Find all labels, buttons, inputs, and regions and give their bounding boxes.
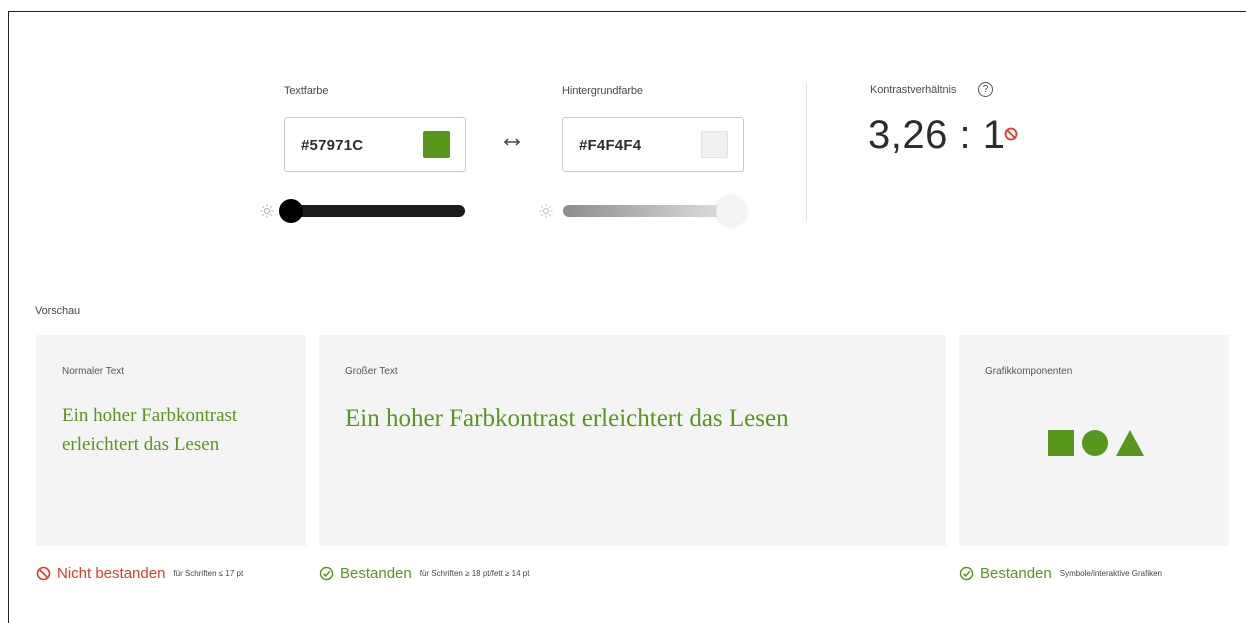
text-color-brightness-slider[interactable]	[283, 205, 465, 217]
contrast-ratio-value: 3,26 : 1	[868, 113, 1006, 157]
text-color-field[interactable]: #57971C	[284, 117, 466, 172]
circle-shape	[1082, 430, 1108, 456]
panel-title: Großer Text	[345, 366, 398, 377]
text-color-label: Textfarbe	[284, 85, 329, 97]
help-icon[interactable]: ?	[978, 82, 993, 97]
brightness-icon	[539, 204, 553, 218]
preview-label: Vorschau	[35, 305, 81, 317]
fail-icon	[36, 566, 51, 580]
large-text-sample: Ein hoher Farbkontrast erleichtert das L…	[345, 405, 789, 432]
sample-line: Ein hoher Farbkontrast	[62, 405, 238, 426]
square-shape	[1048, 430, 1074, 456]
fail-icon	[1004, 127, 1018, 141]
background-color-field[interactable]: #F4F4F4	[562, 117, 744, 172]
result-status: Nicht bestanden	[57, 564, 166, 582]
result-status: Bestanden	[340, 564, 412, 582]
background-color-hex-input[interactable]: #F4F4F4	[579, 137, 641, 154]
result-note: für Schriften ≥ 18 pt/fett ≥ 14 pt	[419, 568, 530, 578]
background-color-swatch[interactable]	[701, 131, 728, 158]
result-note: für Schriften ≤ 17 pt	[173, 568, 244, 578]
text-color-swatch[interactable]	[423, 131, 450, 158]
text-color-brightness-handle[interactable]	[279, 199, 303, 223]
panel-title: Grafikkomponenten	[985, 366, 1073, 377]
normal-text-sample: Ein hoher Farbkontrast erleichtert das L…	[62, 401, 237, 459]
normal-text-preview-panel: Normaler Text Ein hoher Farbkontrast erl…	[36, 335, 306, 546]
vertical-divider	[806, 83, 807, 221]
contrast-ratio-label: Kontrastverhältnis	[870, 84, 957, 96]
swap-arrows-icon[interactable]	[502, 135, 522, 149]
sample-line: erleichtert das Lesen	[62, 434, 220, 455]
graphic-shapes	[1048, 430, 1144, 456]
graphic-components-result: Bestanden Symbole/interaktive Grafiken	[959, 563, 1162, 583]
text-color-hex-input[interactable]: #57971C	[301, 137, 363, 154]
normal-text-result: Nicht bestanden für Schriften ≤ 17 pt	[36, 563, 243, 583]
large-text-preview-panel: Großer Text Ein hoher Farbkontrast erlei…	[319, 335, 946, 546]
background-color-brightness-handle[interactable]	[716, 196, 746, 226]
check-circle-icon	[959, 566, 974, 580]
graphic-components-preview-panel: Grafikkomponenten	[959, 335, 1229, 546]
result-note: Symbole/interaktive Grafiken	[1059, 568, 1162, 578]
large-text-result: Bestanden für Schriften ≥ 18 pt/fett ≥ 1…	[319, 563, 529, 583]
triangle-shape	[1116, 430, 1144, 456]
brightness-icon	[260, 204, 274, 218]
panel-title: Normaler Text	[62, 366, 125, 377]
result-status: Bestanden	[980, 564, 1052, 582]
check-circle-icon	[319, 566, 334, 580]
background-color-label: Hintergrundfarbe	[562, 85, 643, 97]
